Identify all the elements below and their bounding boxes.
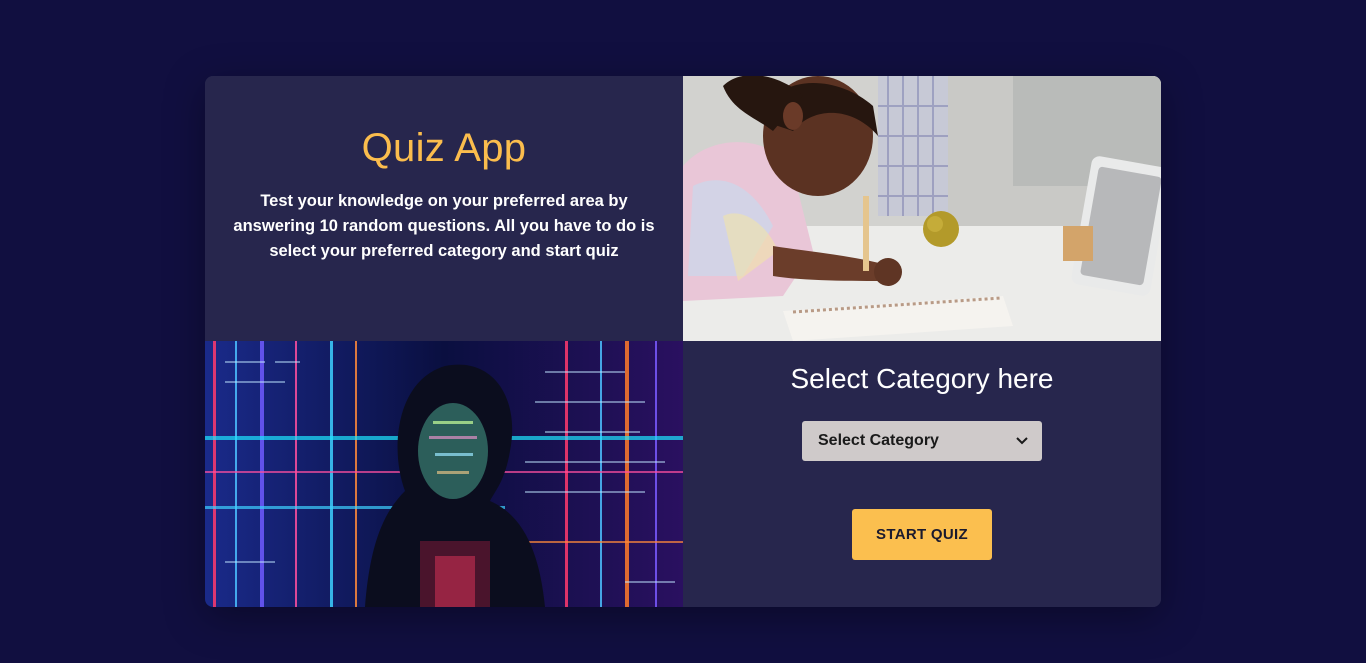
study-photo (683, 76, 1161, 341)
category-panel: Select Category here Select Category STA… (683, 341, 1161, 607)
category-select[interactable]: Select Category (802, 421, 1042, 461)
category-heading: Select Category here (790, 363, 1054, 394)
app-title: Quiz App (361, 126, 527, 170)
app-description: Test your knowledge on your preferred ar… (233, 192, 655, 260)
code-photo (205, 341, 683, 607)
quiz-card: Quiz App Test your knowledge on your pre… (205, 76, 1161, 607)
intro-panel: Quiz App Test your knowledge on your pre… (205, 76, 683, 341)
chevron-down-icon (1016, 437, 1028, 445)
category-select-value: Select Category (818, 432, 939, 449)
start-quiz-button[interactable]: START QUIZ (852, 509, 992, 560)
